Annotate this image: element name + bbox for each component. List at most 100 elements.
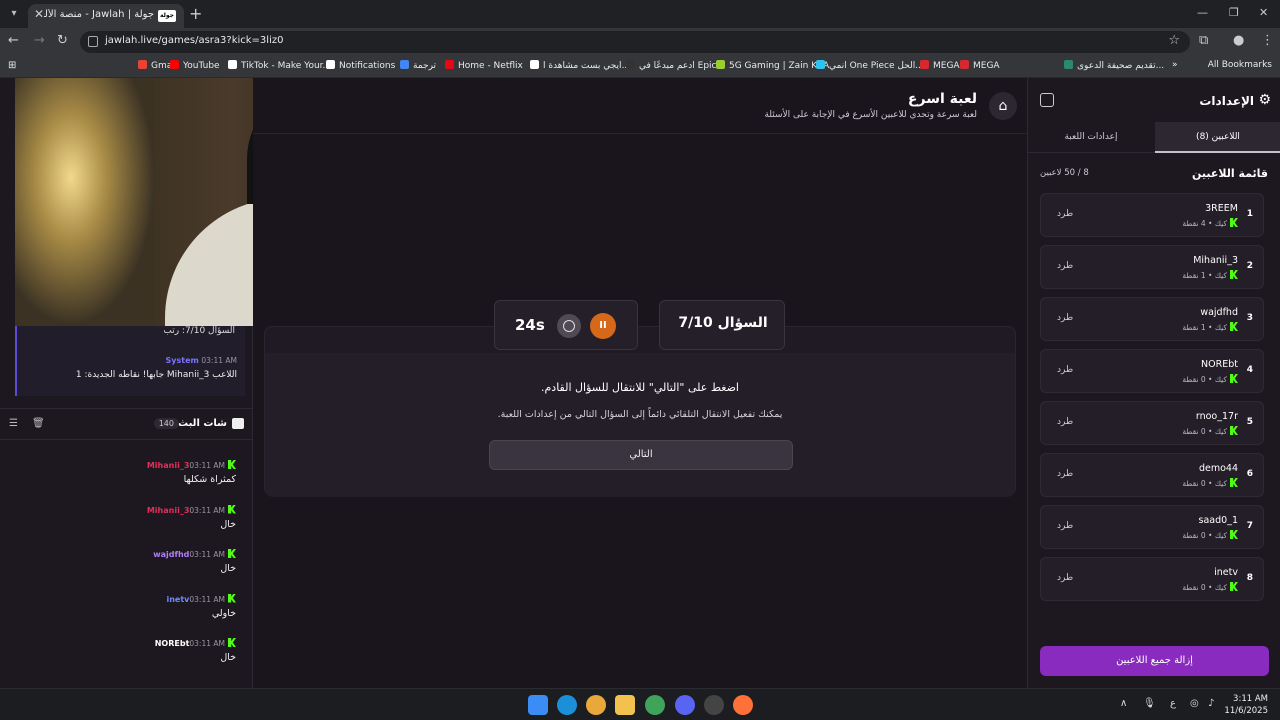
volume-icon[interactable]: ♪ [1208,698,1214,709]
webcam-lamp [15,78,155,326]
kick-player-button[interactable]: طرد [1057,417,1073,427]
reload-icon[interactable]: ↻ [57,33,68,48]
kick-player-button[interactable]: طرد [1057,261,1073,271]
clock-date: 11/6/2025 [1224,706,1268,716]
notice-body: اضغط على "التالي" للانتقال للسؤال القادم… [265,353,1015,497]
bookmark-item[interactable]: ترجمة [400,60,436,71]
question-counter: السؤال 7/10 [659,300,785,350]
discord-icon[interactable] [675,695,695,715]
player-row: 8 inetv كيك • 0 نقطة طرد [1040,557,1264,601]
page-title: لعبة اسرع [907,91,977,107]
network-icon[interactable]: ◎ [1190,698,1199,709]
close-window-icon[interactable]: ✕ [1259,6,1268,19]
bookmark-item[interactable]: YouTube [170,60,220,71]
pause-button[interactable]: II [590,313,616,339]
chat-username[interactable]: Mihanii_3 [147,461,190,470]
chrome-active-icon[interactable] [645,695,665,715]
minimize-icon[interactable]: — [1197,6,1208,19]
kick-badge-icon [228,593,236,603]
next-button[interactable]: التالي [489,440,793,470]
notice-sub-text: يمكنك تفعيل الانتقال التلقائي دائماً إلى… [497,409,783,420]
bookmark-label: ادعم مبدعًا في Epic [639,61,717,71]
restore-icon[interactable]: ❐ [1229,6,1239,19]
chat-username[interactable]: inetv [166,595,189,604]
filter-icon[interactable]: ☰ [9,418,18,429]
system-clock[interactable]: 3:11 AM 11/6/2025 [1224,693,1268,717]
microphone-icon[interactable]: 🎙 [1143,698,1156,709]
kick-player-button[interactable]: طرد [1057,469,1073,479]
address-bar-row: ← → ↻ jawlah.live/games/asra3?kick=3liz0… [0,28,1280,56]
bookmark-item[interactable]: Home - Netflix [445,60,523,71]
file-explorer-icon[interactable] [615,695,635,715]
bookmark-favicon-icon [400,60,409,69]
bookmark-item[interactable]: ادعم مبدعًا في Epic [626,60,717,71]
player-row: 6 demo44 كيك • 0 نقطة طرد [1040,453,1264,497]
bookmark-item[interactable]: MEGA [920,60,960,71]
bookmarks-overflow-icon[interactable]: » [1172,60,1178,70]
back-icon[interactable]: ← [8,33,19,48]
player-meta: كيك • 0 نقطة [1182,478,1238,488]
url-text[interactable]: jawlah.live/games/asra3?kick=3liz0 [105,35,283,46]
profile-icon[interactable]: ● [1233,33,1244,48]
tray-overflow-icon[interactable]: ∧ [1120,698,1127,709]
home-button[interactable]: ⌂ [989,92,1017,120]
collapse-panel-icon[interactable] [1040,93,1054,107]
kick-badge-icon [228,504,236,514]
browser-tab[interactable]: جولة جولة | Jawlah - منصة الألعاب الت...… [28,4,184,28]
bookmark-item[interactable]: انمي One Piece الحل... [816,60,924,71]
notice-main-text: اضغط على "التالي" للانتقال للسؤال القادم… [541,381,739,394]
player-name: 3REEM [1205,203,1238,214]
bookmark-item[interactable]: ايجي بست مشاهدة ا... [530,60,630,71]
kick-player-button[interactable]: طرد [1057,521,1073,531]
kick-badge-icon [1230,530,1238,539]
app-icon[interactable] [704,695,724,715]
bookmark-item[interactable]: 5G Gaming | Zain KSA [716,60,829,71]
site-info-icon[interactable] [88,36,98,47]
chat-username[interactable]: NOREbt [155,639,190,648]
all-bookmarks[interactable]: All Bookmarks [1208,60,1272,70]
bookmark-item[interactable]: تقديم صحيفة الدعوى... [1064,60,1164,71]
edge-icon[interactable] [557,695,577,715]
bookmark-star-icon[interactable]: ☆ [1168,33,1180,48]
kick-player-button[interactable]: طرد [1057,313,1073,323]
chat-username[interactable]: Mihanii_3 [147,506,190,515]
forward-icon[interactable]: → [34,33,45,48]
chrome-icon[interactable] [586,695,606,715]
new-tab-icon[interactable]: + [189,4,202,23]
language-indicator[interactable]: ع [1170,698,1176,709]
extensions-icon[interactable]: ⧉ [1199,33,1208,48]
tab-players[interactable]: اللاعبين (8) [1155,122,1280,153]
bookmark-favicon-icon [170,60,179,69]
player-points: 0 نقطة [1182,479,1206,488]
trash-icon[interactable]: 🗑 [32,418,45,429]
bookmark-item[interactable]: MEGA [960,60,1000,71]
tab-game-settings[interactable]: إعدادات اللعبة [1028,122,1154,153]
apps-grid-icon[interactable]: ⊞ [8,60,16,71]
kick-player-button[interactable]: طرد [1057,209,1073,219]
player-meta: كيك • 1 نقطة [1182,322,1238,332]
player-points: 4 نقطة [1182,219,1206,228]
chat-username[interactable]: wajdfhd [153,550,189,559]
players-list-title: قائمة اللاعبين [1192,167,1268,180]
player-points: 0 نقطة [1182,427,1206,436]
kick-player-button[interactable]: طرد [1057,365,1073,375]
player-row: 5 rnoo_17r كيك • 0 نقطة طرد [1040,401,1264,445]
player-platform: كيك [1214,271,1227,280]
omnibox[interactable]: jawlah.live/games/asra3?kick=3liz0 ☆ [80,31,1190,53]
bookmark-item[interactable]: Notifications [326,60,395,71]
clock-time: 3:11 AM [1233,694,1268,704]
bookmark-favicon-icon [816,60,825,69]
windows-start-icon[interactable] [528,695,548,715]
player-rank: 5 [1246,417,1253,427]
remove-all-players-button[interactable]: إزالة جميع اللاعبين [1040,646,1269,676]
system-messages: السؤال 7/10: رتب System 03:11 AM اللاعب … [15,318,245,396]
player-rank: 4 [1246,365,1253,375]
bookmark-item[interactable]: TikTok - Make Your... [228,60,331,71]
chat-message: NOREbt03:11 AM خال [16,638,236,663]
tab-search-icon[interactable]: ▾ [6,6,22,22]
chrome-menu-icon[interactable]: ⋮ [1261,33,1274,48]
firefox-icon[interactable] [733,695,753,715]
tab-close-icon[interactable]: ✕ [34,7,44,21]
player-points: 0 نقطة [1182,375,1206,384]
kick-player-button[interactable]: طرد [1057,573,1073,583]
